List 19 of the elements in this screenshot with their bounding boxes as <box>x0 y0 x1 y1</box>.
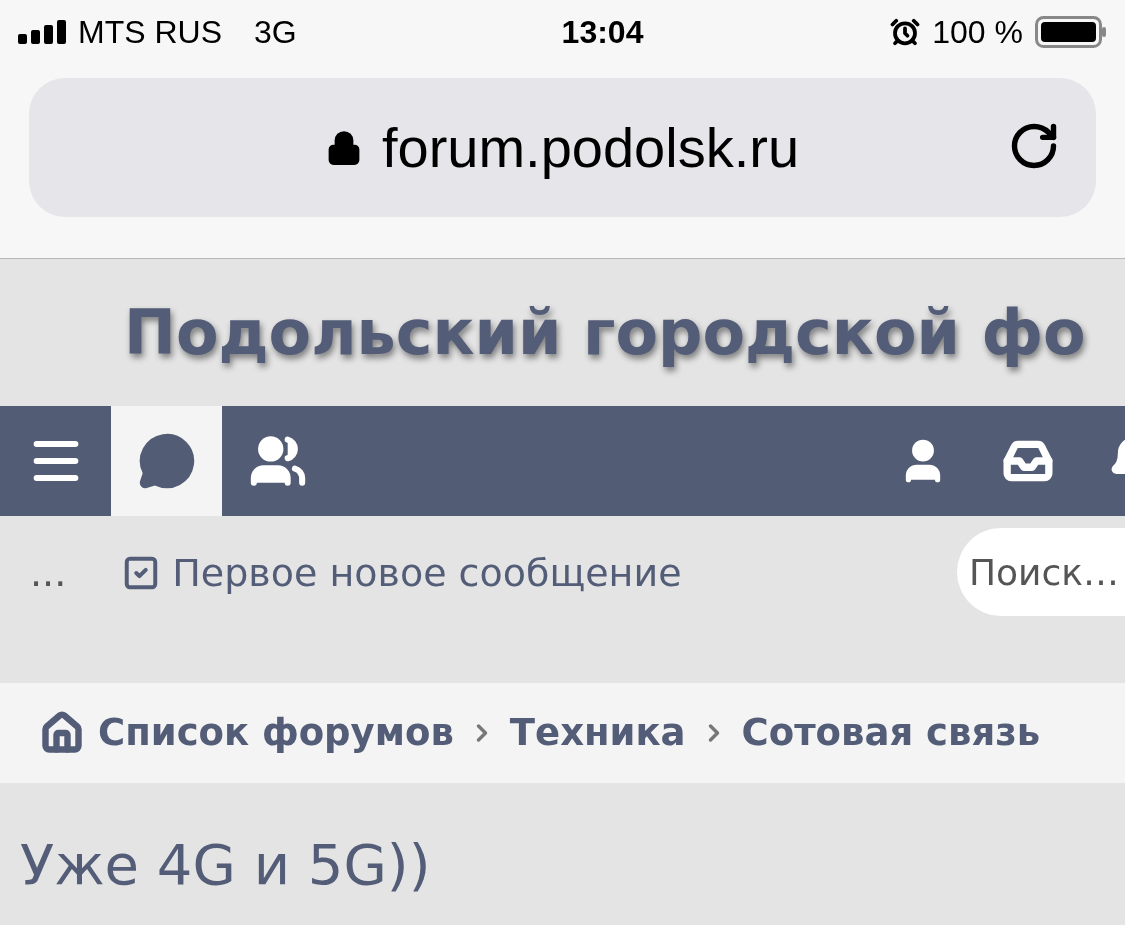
site-title[interactable]: Подольский городской фо <box>124 286 1086 379</box>
network-type: 3G <box>254 13 297 52</box>
breadcrumb-link[interactable]: Техника <box>509 705 686 761</box>
nav-tab[interactable] <box>111 406 222 516</box>
breadcrumb-link[interactable]: Сотовая связь <box>741 705 1041 761</box>
more-button[interactable]: ... <box>30 544 67 602</box>
url: forum.podolsk.ru <box>381 114 800 181</box>
search-field[interactable]: Поиск… <box>957 528 1125 616</box>
battery-icon <box>1035 16 1107 48</box>
new-post-link[interactable]: Первое новое сообщение <box>122 544 682 602</box>
home-icon <box>40 711 84 755</box>
thread-title: Уже 4G и 5G)) <box>20 831 432 899</box>
carrier: MTS RUS <box>78 13 222 52</box>
speech-bubble-icon <box>137 432 196 490</box>
address-bar[interactable]: forum.podolsk.ru <box>29 78 1096 217</box>
alarm-icon <box>890 17 921 47</box>
battery-percent: 100 % <box>932 13 1023 52</box>
breadcrumb-link[interactable]: Список форумов <box>98 705 454 761</box>
clock: 13:04 <box>561 13 645 52</box>
